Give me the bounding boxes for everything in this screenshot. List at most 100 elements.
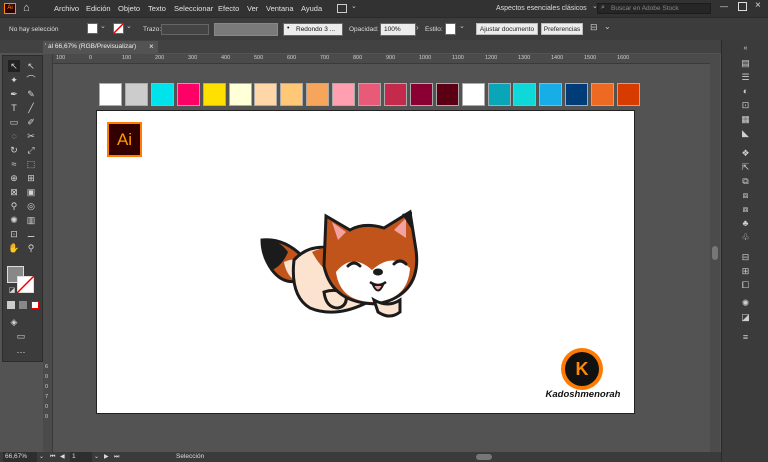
line-tool-icon[interactable]: ╱ [25,102,37,114]
color-mode-icon[interactable] [7,301,15,309]
properties-icon[interactable]: ▤ [722,56,768,70]
first-artboard-icon[interactable]: ⏮ [50,452,55,462]
menu-ver[interactable]: Ver [247,0,258,17]
symbols-icon[interactable]: ♣ [722,216,768,230]
color-swatch[interactable] [202,83,226,106]
zoom-field[interactable]: 66,67% [3,452,37,462]
color-swatch[interactable] [332,83,356,106]
menu-ventana[interactable]: Ventana [266,0,294,17]
previous-artboard-icon[interactable]: ◀ [60,452,65,462]
color-swatch[interactable] [228,83,252,106]
stroke-weight-field[interactable] [161,24,209,35]
home-icon[interactable]: ⌂ [23,2,37,15]
rotate-tool-icon[interactable]: ↻ [8,144,20,156]
color-swatch[interactable] [591,83,615,106]
maximize-button[interactable] [738,2,747,11]
hand-tool-icon[interactable]: ✋ [8,242,20,254]
direct-selection-tool-icon[interactable]: ↖ [25,60,37,72]
workspace-switcher[interactable]: Aspectos esenciales clásicos [496,0,590,17]
screen-mode-icon[interactable]: ▭ [15,330,27,342]
color-swatch[interactable] [617,83,640,106]
chevron-down-icon[interactable]: ⌄ [126,22,132,30]
menu-efecto[interactable]: Efecto [218,0,239,17]
color-swatch[interactable] [409,83,433,106]
search-field[interactable]: ⌕ Buscar en Adobe Stock [597,3,711,14]
chevron-down-icon[interactable]: ⌄ [39,452,44,462]
chevron-down-icon[interactable]: ⌄ [100,22,106,30]
color-swatch[interactable] [150,83,174,106]
menu-objeto[interactable]: Objeto [118,0,140,17]
gradient-tool-icon[interactable]: ▣ [25,186,37,198]
blend-tool-icon[interactable]: ◎ [25,200,37,212]
swatches-icon[interactable]: ▦ [722,112,768,126]
selection-tool-icon[interactable]: ↖ [8,60,20,72]
color-swatch[interactable] [539,83,563,106]
rectangle-tool-icon[interactable]: ▭ [8,116,20,128]
stroke-color-box[interactable] [17,276,34,293]
adjust-document-button[interactable]: Ajustar documento [476,23,538,35]
artboards-icon[interactable]: ⧉ [722,174,768,188]
collapse-panels-icon[interactable]: « [722,42,768,56]
free-transform-tool-icon[interactable]: ⬚ [25,158,37,170]
graph-tool-icon[interactable]: ▥ [25,214,37,226]
tab-close-icon[interactable]: × [149,41,154,53]
color-swatch[interactable] [513,83,537,106]
close-button[interactable]: × [755,0,767,11]
slice-tool-icon[interactable]: ⚊ [25,228,37,240]
none-mode-icon[interactable] [31,301,39,309]
paintbrush-tool-icon[interactable]: ✐ [25,116,37,128]
opacity-field[interactable]: 100% [380,23,416,36]
perspective-grid-tool-icon[interactable]: ⊞ [25,172,37,184]
scissors-tool-icon[interactable]: ✂ [25,130,37,142]
color-swatch[interactable] [176,83,200,106]
color-icon[interactable]: ◐ [722,84,768,98]
lasso-tool-icon[interactable]: ⌒ [25,74,37,86]
mesh-tool-icon[interactable]: ⊠ [8,186,20,198]
artboard-number-field[interactable]: 1 [70,452,92,462]
shape-builder-tool-icon[interactable]: ⊕ [8,172,20,184]
libraries-icon[interactable]: ☰ [722,70,768,84]
pathfinder-icon[interactable]: ⧠ [722,278,768,292]
style-swatch[interactable] [445,23,456,35]
last-artboard-icon[interactable]: ⏭ [114,452,119,462]
color-swatch[interactable] [487,83,511,106]
minimize-button[interactable]: — [720,2,732,11]
color-swatch[interactable] [280,83,304,106]
arrange-icon[interactable]: ⊟ [590,22,598,33]
chevron-down-icon[interactable]: ⌄ [94,452,99,462]
color-swatch[interactable] [461,83,485,106]
asset-export-icon[interactable]: ⧈ [722,188,768,202]
eyedropper-tool-icon[interactable]: ⚲ [8,200,20,212]
curvature-tool-icon[interactable]: ✎ [25,88,37,100]
magic-wand-tool-icon[interactable]: ✦ [8,74,20,86]
color-swatch[interactable] [99,83,122,106]
next-artboard-icon[interactable]: ▶ [104,452,109,462]
variable-width-field[interactable] [214,23,278,36]
preferences-button[interactable]: Preferencias [541,23,583,35]
chevron-right-icon[interactable]: › [416,23,419,32]
pen-tool-icon[interactable]: ✒ [8,88,20,100]
menu-archivo[interactable]: Archivo [54,0,79,17]
gradient-mode-icon[interactable] [19,301,27,309]
brushes-icon[interactable]: ◣ [722,126,768,140]
document-tab[interactable]: ' al 66,67% (RGB/Previsualizar) × [43,41,158,53]
color-swatch[interactable] [383,83,407,106]
color-swatch[interactable] [358,83,381,106]
drawing-mode-icon[interactable]: ◈ [8,316,20,328]
vertical-scrollbar[interactable] [710,54,720,452]
layers-icon[interactable]: ❖ [722,146,768,160]
color-swatch[interactable] [306,83,330,106]
menu-seleccionar[interactable]: Seleccionar [174,0,213,17]
fill-swatch[interactable] [87,23,98,34]
color-swatch[interactable] [254,83,278,106]
search-input[interactable]: Buscar en Adobe Stock [611,5,679,12]
stroke-panel-icon[interactable]: ≡ [722,330,768,344]
transform-icon[interactable]: ⊞ [722,264,768,278]
type-tool-icon[interactable]: T [8,102,20,114]
color-swatch[interactable] [565,83,589,106]
brush-definition-field[interactable]: • Redondo 3 ... [283,23,343,36]
zoom-tool-icon[interactable]: ⚲ [25,242,37,254]
symbol-sprayer-tool-icon[interactable]: ✺ [8,214,20,226]
panel-menu-icon[interactable]: ⌄ [604,22,611,31]
color-swatch[interactable] [435,83,459,106]
